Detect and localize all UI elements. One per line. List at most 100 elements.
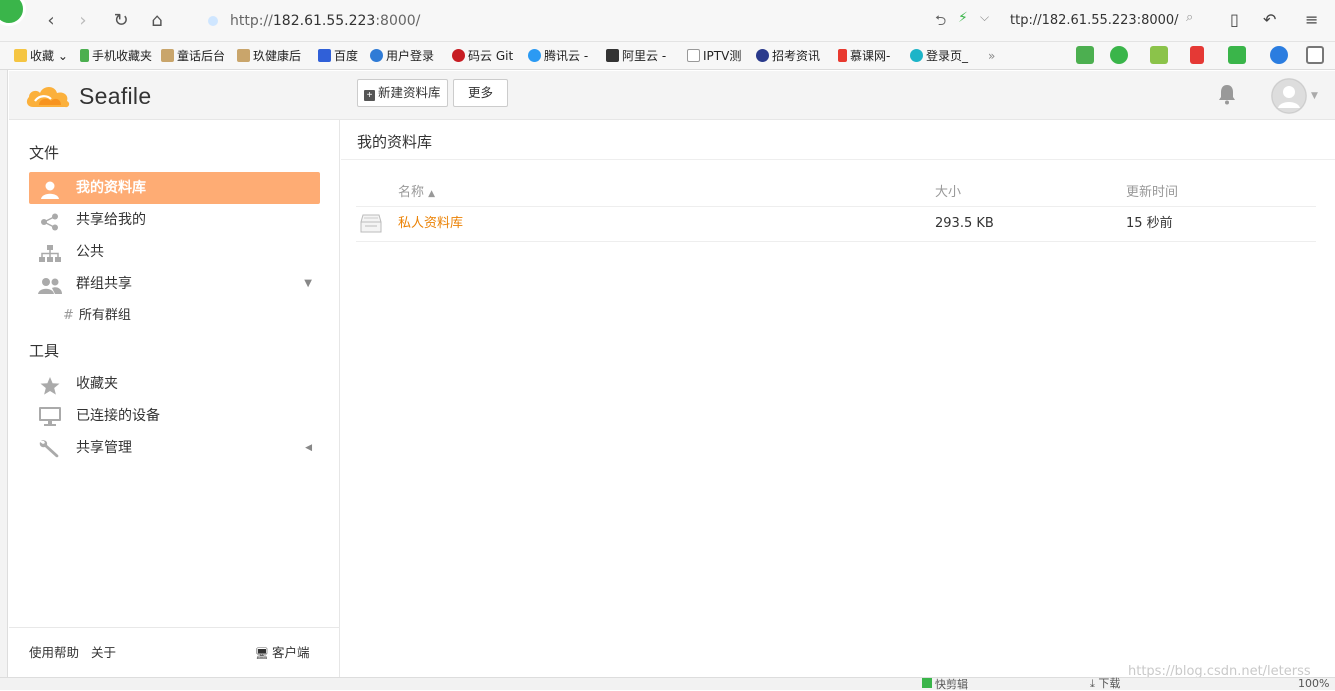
browser-toolbar: ‹ › ↻ ⌂ http://182.61.55.223:8000/ ⮌ ⚡ ⌵…: [0, 0, 1335, 42]
bookmark-label: 手机收藏夹: [92, 49, 153, 63]
flame-icon: [838, 49, 847, 62]
new-library-label: 新建资料库: [378, 86, 441, 100]
bookmark-gitee[interactable]: 码云 Git: [452, 47, 513, 65]
browser-side-strip: [0, 70, 8, 690]
bookmark-login[interactable]: 用户登录: [370, 47, 434, 65]
files-section-title: 文件: [29, 144, 60, 162]
client-label: 客户端: [271, 645, 310, 660]
column-updated-header[interactable]: 更新时间: [1126, 179, 1178, 206]
undo-icon[interactable]: ↶: [1263, 10, 1276, 29]
browser-status-bar: 快剪辑 ⤓ 下载 100%: [0, 677, 1335, 691]
zoom-level[interactable]: 100%: [1298, 678, 1329, 690]
magnifier-extension-icon[interactable]: [1270, 46, 1288, 64]
bookmark-mobile[interactable]: 手机收藏夹: [80, 47, 152, 65]
sidebar-item-favorites[interactable]: 收藏夹: [29, 368, 320, 400]
address-bar[interactable]: http://182.61.55.223:8000/: [200, 8, 920, 34]
sidebar-item-my-libraries[interactable]: 我的资料库: [29, 172, 320, 204]
bookmark-tencent-cloud[interactable]: 腾讯云 -: [528, 47, 588, 65]
user-menu-caret-icon[interactable]: ▼: [1311, 91, 1318, 101]
bookmarks-more[interactable]: »: [988, 47, 995, 65]
extension-green-icon[interactable]: [1076, 46, 1094, 64]
column-name-header[interactable]: 名称 ▲: [398, 179, 435, 208]
scissors-icon[interactable]: [1190, 46, 1204, 64]
caret-left-icon[interactable]: ◀: [305, 432, 312, 464]
extension-yen-icon[interactable]: [1110, 46, 1128, 64]
about-link[interactable]: 关于: [91, 642, 116, 661]
quick-edit-item[interactable]: 快剪辑: [922, 678, 968, 691]
hash-icon: #: [63, 308, 74, 323]
caret-down-icon[interactable]: ▼: [304, 268, 312, 300]
play-icon: [922, 678, 932, 688]
group-icon: [38, 275, 62, 294]
side-search-field[interactable]: ttp://182.61.55.223:8000/: [1010, 8, 1205, 34]
url-prefix: http://: [230, 13, 273, 29]
new-library-button[interactable]: + 新建资料库: [357, 79, 448, 107]
library-name-link[interactable]: 私人资料库: [398, 207, 463, 241]
sidebar-item-public[interactable]: 公共: [29, 236, 320, 268]
library-size: 293.5 KB: [935, 216, 994, 231]
apps-grid-icon[interactable]: [1306, 46, 1324, 64]
globe-icon: [370, 49, 383, 62]
gitee-icon: [452, 49, 465, 62]
forward-icon[interactable]: ›: [72, 10, 94, 32]
table-row[interactable]: 私人资料库 293.5 KB 15 秒前: [356, 207, 1316, 242]
gamepad-icon[interactable]: [1228, 46, 1246, 64]
logo-text: Seafile: [79, 82, 152, 109]
download-icon: ⤓: [1090, 677, 1095, 690]
bookmark-label: 登录页_: [926, 49, 969, 63]
more-button[interactable]: 更多: [453, 79, 508, 107]
seafile-logo[interactable]: Seafile: [25, 80, 151, 112]
bookmark-jiujiankang[interactable]: 玖健康后: [237, 47, 301, 65]
bookmark-tonghua[interactable]: 童话后台: [161, 47, 225, 65]
paw-icon: [318, 49, 331, 62]
library-updated: 15 秒前: [1126, 216, 1173, 231]
bookmark-label: 童话后台: [177, 49, 226, 63]
download-item[interactable]: ⤓ 下载: [1090, 678, 1120, 690]
bookmark-label: 百度: [334, 49, 359, 63]
library-icon: [360, 214, 382, 238]
user-icon: [38, 179, 62, 199]
bookmark-zhaokao[interactable]: 招考资讯: [756, 47, 820, 65]
org-icon: [38, 243, 62, 262]
sidebar-item-group-shares[interactable]: 群组共享 ▼: [29, 268, 320, 300]
cloud-icon: [528, 49, 541, 62]
column-size-header: 大小: [935, 185, 962, 200]
sort-asc-icon: ▲: [428, 189, 436, 199]
help-link[interactable]: 使用帮助: [29, 642, 79, 661]
reload-icon[interactable]: ↻: [110, 10, 132, 32]
plus-icon: +: [364, 90, 375, 101]
sidebar-item-linked-devices[interactable]: 已连接的设备: [29, 400, 320, 432]
sidebar-item-share-admin[interactable]: 共享管理 ◀: [29, 432, 320, 464]
client-link[interactable]: 🖥 客户端: [255, 642, 309, 661]
bookmark-label: 收藏: [30, 49, 55, 63]
library-table: 名称 ▲ 大小 更新时间 私人资料库 293.5 KB 15 秒前: [356, 179, 1316, 242]
sidebar: 文件 我的资料库 共享给我的 公共 群组共享 ▼ # 所有群组 工具 收藏夹 已连…: [9, 120, 340, 677]
home-icon[interactable]: ⌂: [146, 10, 168, 32]
bookmark-aliyun[interactable]: 阿里云 -: [606, 47, 666, 65]
browser-profile-avatar[interactable]: [0, 0, 26, 26]
bookmark-baidu[interactable]: 百度: [318, 47, 358, 65]
bookmark-label: IPTV测: [703, 49, 742, 63]
bookmark-favorites[interactable]: 收藏 ⌄: [14, 47, 68, 65]
menu-icon[interactable]: ≡: [1305, 10, 1318, 29]
search-icon[interactable]: ⌕: [1186, 10, 1193, 25]
notification-bell-icon[interactable]: [1217, 83, 1237, 105]
back-icon[interactable]: ‹: [40, 10, 62, 32]
sidebar-item-label: 公共: [76, 244, 104, 260]
extension-translate-icon[interactable]: [1150, 46, 1168, 64]
sidebar-item-all-groups[interactable]: # 所有群组: [63, 304, 131, 323]
sidebar-item-shared-with-me[interactable]: 共享给我的: [29, 204, 320, 236]
lightning-icon[interactable]: ⚡: [958, 10, 968, 26]
sidebar-item-label: 收藏夹: [76, 376, 118, 392]
bookmark-iptv[interactable]: IPTV测: [687, 47, 741, 65]
bookmark-imooc[interactable]: 慕课网-: [838, 47, 890, 65]
chevron-down-icon[interactable]: ⌵: [980, 10, 989, 25]
phone-icon[interactable]: ▯: [1230, 10, 1239, 29]
seafile-cloud-icon: [26, 87, 70, 108]
bookmark-login-page[interactable]: 登录页_: [910, 47, 968, 65]
share-page-icon[interactable]: ⮌: [935, 10, 946, 34]
column-label: 名称: [398, 185, 425, 200]
sidebar-item-label: 所有群组: [78, 308, 131, 323]
sidebar-item-label: 共享管理: [76, 440, 132, 456]
user-avatar[interactable]: [1271, 78, 1307, 114]
